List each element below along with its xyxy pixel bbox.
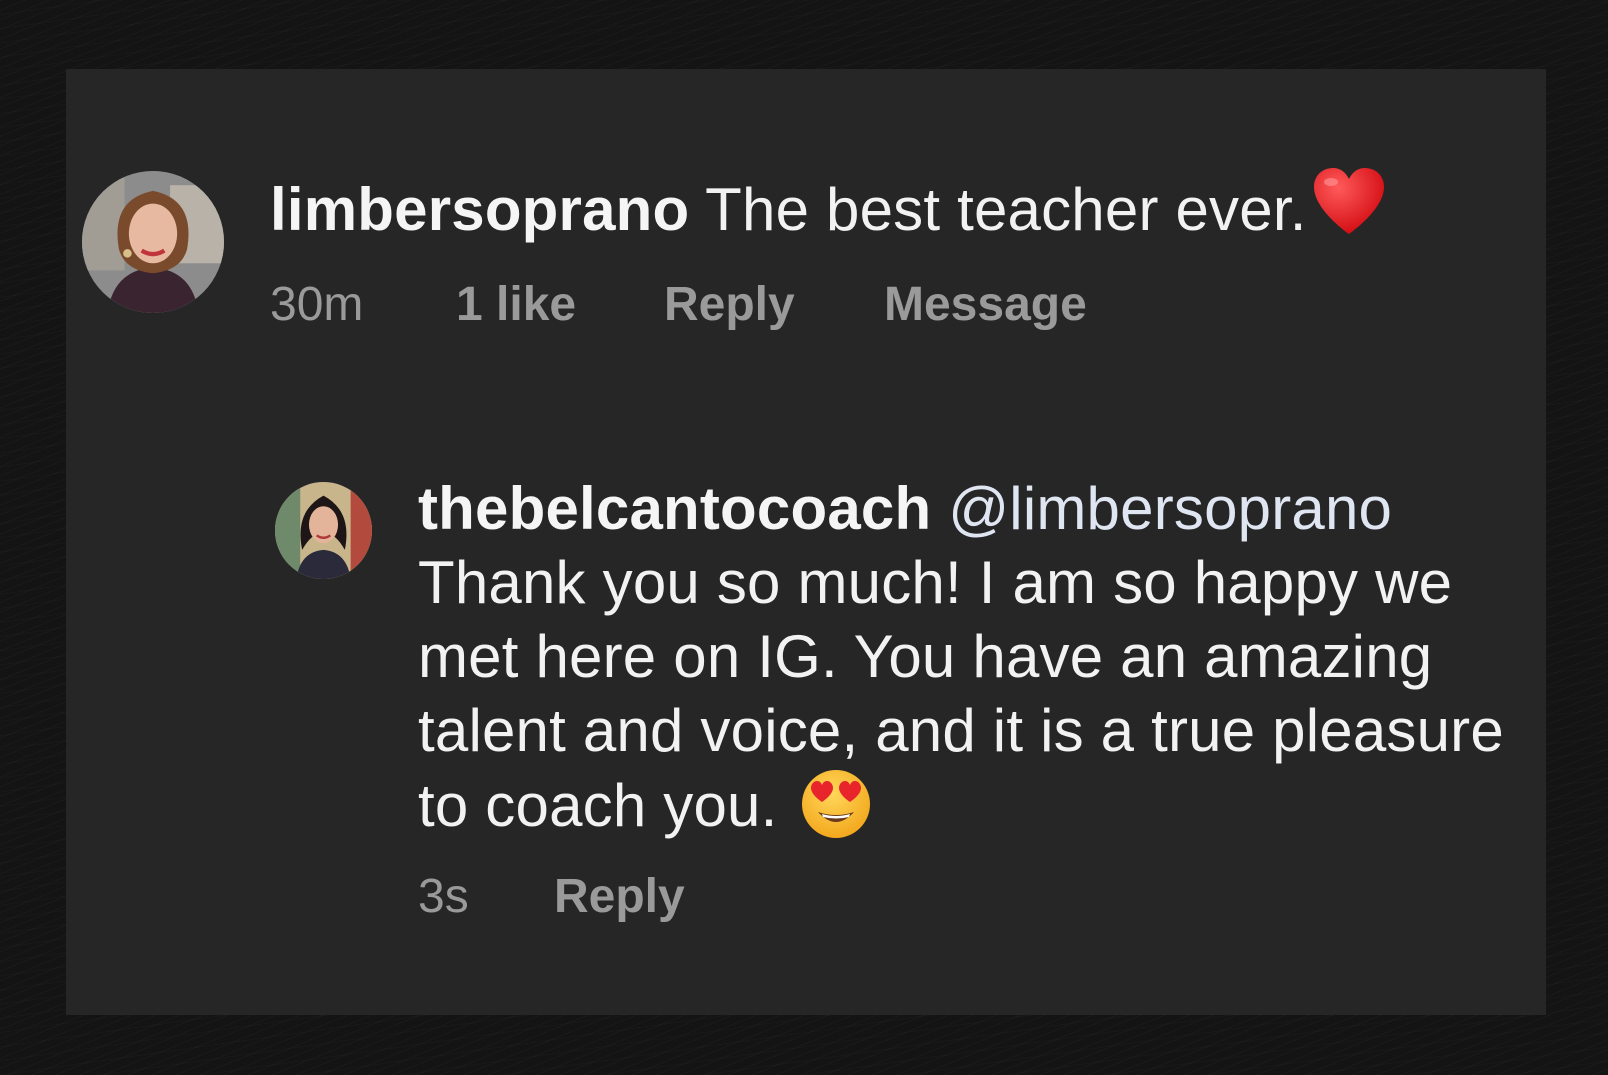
comment-text: The best teacher ever. [705,176,1307,243]
reply-reply-button[interactable]: Reply [554,869,685,924]
reply-mention[interactable]: @limbersoprano [948,475,1392,542]
message-button[interactable]: Message [884,277,1087,332]
comment-body: limbersoprano The best teacher ever. [270,166,1540,253]
avatar-photo [82,171,224,313]
reply-text: Thank you so much! I am so happy we met … [418,549,1504,839]
reply-timestamp: 3s [418,870,469,923]
heart-eyes-emoji-icon [800,768,872,857]
comment-timestamp: 30m [270,278,364,331]
comment-likes-count[interactable]: 1 like [456,277,576,332]
avatar-thebelcantocoach[interactable] [275,482,372,579]
avatar-photo [275,482,372,579]
reply-button[interactable]: Reply [664,277,795,332]
reply-username[interactable]: thebelcantocoach [418,475,931,542]
comment-thread-card: limbersoprano The best teacher ever. 30m… [66,69,1546,1015]
avatar-limbersoprano[interactable] [82,171,224,313]
comment-username[interactable]: limbersoprano [270,176,689,243]
red-heart-icon [1311,166,1387,253]
reply-body: thebelcantocoach @limbersoprano Thank yo… [418,472,1528,857]
